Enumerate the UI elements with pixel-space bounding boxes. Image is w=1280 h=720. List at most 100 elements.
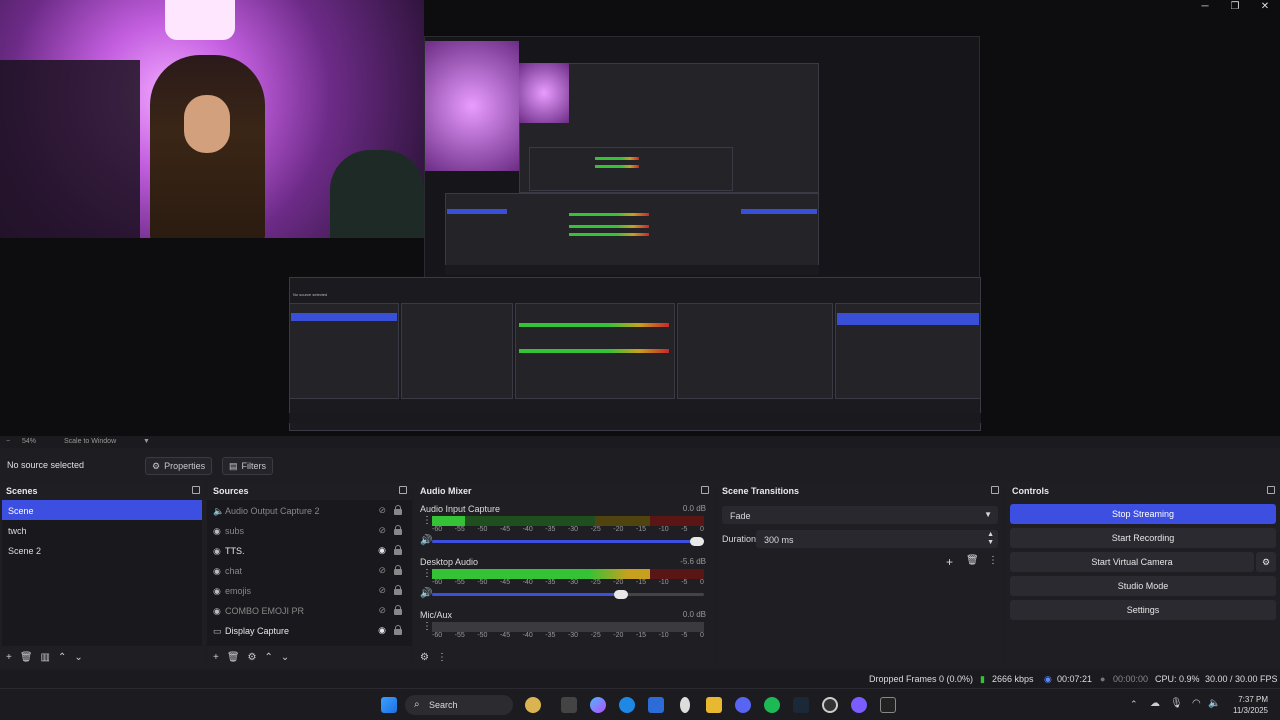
eye-icon[interactable]: ◉ [378, 545, 386, 556]
task-view-icon[interactable] [561, 697, 577, 713]
volume-icon[interactable]: 🔈 [1208, 698, 1220, 709]
scene-item[interactable]: Scene [2, 500, 202, 520]
chevron-down-icon[interactable]: ▼ [143, 438, 150, 445]
store-icon[interactable] [648, 697, 664, 713]
volume-slider[interactable] [432, 590, 704, 599]
kebab-menu-icon[interactable]: ⋮ [422, 621, 432, 632]
volume-slider[interactable] [432, 537, 704, 546]
studio-mode-button[interactable]: Studio Mode [1010, 576, 1276, 596]
settings-button[interactable]: Settings [1010, 600, 1276, 620]
trash-icon[interactable]: 🗑 [20, 652, 33, 663]
mixer-settings-icon[interactable]: ⚙ [420, 652, 429, 663]
undock-icon[interactable] [991, 486, 999, 494]
undock-icon[interactable] [192, 486, 200, 494]
start-virtual-camera-button[interactable]: Start Virtual Camera [1010, 552, 1254, 572]
lock-icon[interactable] [394, 505, 402, 515]
meter-ticks: -60 -55 -50 -45 -40 -35 -30 -25 -20 -15 -10 -5 0 [432, 579, 704, 586]
taskbar: ⌕ Search ⌃ ☁ 🎙 ◠ 🔈 7:37 PM 11/3/2025 [0, 688, 1280, 720]
zoom-out-icon[interactable]: − [6, 438, 10, 445]
cloud-icon[interactable]: ☁ [1150, 698, 1160, 709]
app-icon[interactable] [851, 697, 867, 713]
spotify-icon[interactable] [764, 697, 780, 713]
stop-streaming-button[interactable]: Stop Streaming [1010, 504, 1276, 524]
lock-icon[interactable] [394, 565, 402, 575]
spinner-icon[interactable]: ▲ ▼ [987, 531, 994, 547]
scene-item[interactable]: twch [2, 520, 202, 540]
kebab-menu-icon[interactable]: ⋮ [988, 555, 998, 566]
move-up-icon[interactable]: ⌃ [265, 652, 273, 663]
filter-icon[interactable]: ▥ [41, 652, 50, 663]
gear-icon[interactable]: ⚙ [248, 652, 257, 663]
tray-chevron-icon[interactable]: ⌃ [1130, 699, 1138, 710]
undock-icon[interactable] [1267, 486, 1275, 494]
fps: 30.00 / 30.00 FPS [1205, 674, 1278, 684]
add-icon[interactable]: + [213, 652, 219, 663]
source-item[interactable]: ▭ Display Capture ◉ [207, 620, 412, 640]
kebab-menu-icon[interactable]: ⋮ [422, 568, 432, 579]
source-item[interactable]: 🔈 Audio Output Capture 2 ⊘ [207, 500, 412, 520]
widget-icon[interactable] [525, 697, 541, 713]
trash-icon[interactable]: 🗑 [966, 555, 979, 566]
globe-icon: ◉ [213, 606, 221, 616]
mic-icon[interactable]: 🎙 [1170, 698, 1183, 709]
edge-icon[interactable] [619, 697, 635, 713]
add-icon[interactable]: + [6, 652, 12, 663]
duration-field[interactable]: 300 ms ▲ ▼ [756, 530, 998, 548]
move-down-icon[interactable]: ⌄ [281, 652, 289, 663]
scene-item[interactable]: Scene 2 [2, 540, 202, 560]
stream-icon: ◉ [1044, 674, 1052, 684]
source-item[interactable]: ◉ TTS. ◉ [207, 540, 412, 560]
gear-icon[interactable]: ⚙ [1256, 552, 1276, 572]
hidden-eye-icon[interactable]: ⊘ [378, 505, 386, 516]
move-down-icon[interactable]: ⌄ [74, 652, 82, 663]
undock-icon[interactable] [399, 486, 407, 494]
kebab-menu-icon[interactable]: ⋮ [422, 515, 432, 526]
lock-icon[interactable] [394, 585, 402, 595]
source-item[interactable]: ◉ emojis ⊘ [207, 580, 412, 600]
scale-mode[interactable]: Scale to Window [64, 438, 116, 445]
zoom-level[interactable]: 54% [22, 438, 36, 445]
transition-select[interactable]: Fade ▼ [722, 506, 998, 524]
hidden-eye-icon[interactable]: ⊘ [378, 525, 386, 536]
minimize-icon[interactable]: ─ [1190, 0, 1220, 14]
move-up-icon[interactable]: ⌃ [58, 652, 66, 663]
restore-icon[interactable]: ❐ [1220, 0, 1250, 14]
hidden-eye-icon[interactable]: ⊘ [378, 565, 386, 576]
hidden-eye-icon[interactable]: ⊘ [378, 605, 386, 616]
webcam-source [0, 0, 424, 238]
wifi-icon[interactable]: ◠ [1192, 698, 1201, 709]
properties-button[interactable]: ⚙ Properties [145, 457, 213, 475]
source-item[interactable]: ◉ chat ⊘ [207, 560, 412, 580]
lock-icon[interactable] [394, 545, 402, 555]
speaker-icon[interactable]: 🔊 [420, 535, 432, 546]
speaker-icon[interactable]: 🔊 [420, 588, 432, 599]
sources-title: Sources [213, 486, 249, 496]
discord-icon[interactable] [735, 697, 751, 713]
lock-icon[interactable] [394, 525, 402, 535]
filters-button[interactable]: ▤ Filters [222, 457, 274, 475]
windows-start-icon[interactable] [381, 697, 397, 713]
start-recording-button[interactable]: Start Recording [1010, 528, 1276, 548]
add-icon[interactable]: + [946, 555, 953, 569]
steam-icon[interactable] [793, 697, 809, 713]
copilot-icon[interactable] [590, 697, 606, 713]
taskbar-search[interactable]: ⌕ Search [405, 695, 513, 715]
kebab-menu-icon[interactable]: ⋮ [437, 652, 447, 663]
preview-canvas[interactable]: No source selected [0, 0, 1280, 436]
undock-icon[interactable] [701, 486, 709, 494]
obs-icon[interactable] [822, 697, 838, 713]
app-icon[interactable] [880, 697, 896, 713]
source-item[interactable]: ◉ COMBO EMOJI PR ⊘ [207, 600, 412, 620]
trash-icon[interactable]: 🗑 [227, 652, 240, 663]
folder-icon[interactable] [706, 697, 722, 713]
hidden-eye-icon[interactable]: ⊘ [378, 585, 386, 596]
eye-icon[interactable]: ◉ [378, 625, 386, 636]
channel-name: Desktop Audio [420, 557, 479, 567]
close-icon[interactable]: ✕ [1250, 0, 1280, 14]
lock-icon[interactable] [394, 605, 402, 615]
source-item[interactable]: ◉ subs ⊘ [207, 520, 412, 540]
meter-ticks: -60 -55 -50 -45 -40 -35 -30 -25 -20 -15 -10 -5 0 [432, 526, 704, 533]
system-clock[interactable]: 7:37 PM 11/3/2025 [1233, 694, 1268, 716]
app-icon[interactable] [680, 697, 690, 713]
lock-icon[interactable] [394, 625, 402, 635]
